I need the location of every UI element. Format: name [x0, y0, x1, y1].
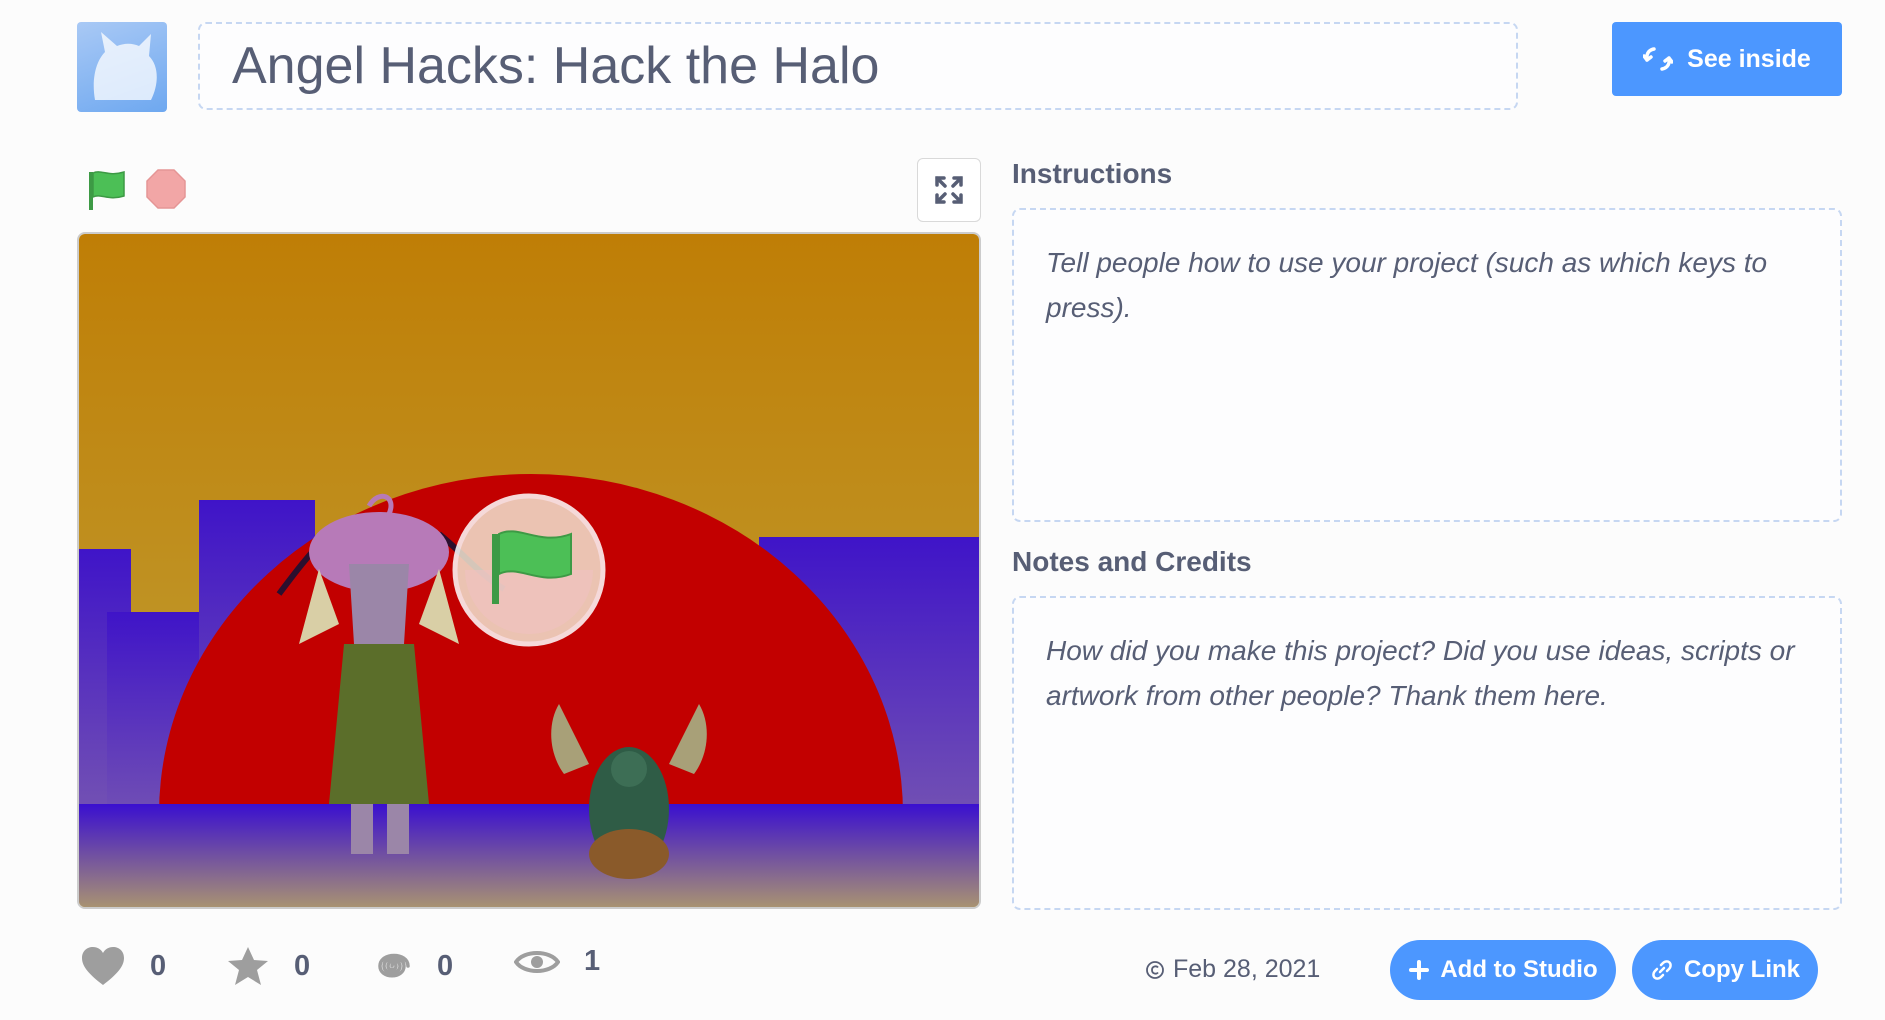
love-count: 0	[150, 949, 167, 982]
favorite-stat[interactable]: 0	[226, 945, 310, 987]
remix-arrows-icon	[1643, 47, 1674, 71]
notes-heading: Notes and Credits	[1012, 546, 1252, 577]
fullscreen-button[interactable]	[917, 158, 981, 222]
green-flag-button[interactable]	[86, 168, 126, 212]
stop-sign-icon	[146, 169, 186, 209]
heart-icon	[82, 947, 124, 985]
instructions-textarea[interactable]: Tell people how to use your project (suc…	[1012, 208, 1842, 522]
eye-icon	[514, 950, 560, 973]
project-title: Angel Hacks: Hack the Halo	[232, 37, 880, 95]
copy-link-button[interactable]: Copy Link	[1632, 940, 1818, 1000]
favorite-count: 0	[294, 949, 311, 982]
share-date: Feb 28, 2021	[1145, 955, 1320, 984]
copyright-icon	[1146, 960, 1164, 979]
user-avatar[interactable]	[77, 22, 167, 112]
love-stat[interactable]: 0	[80, 945, 166, 987]
stop-button[interactable]	[145, 168, 187, 210]
notes-textarea[interactable]: How did you make this project? Did you u…	[1012, 596, 1842, 910]
date-text: Feb 28, 2021	[1173, 955, 1321, 983]
instructions-heading: Instructions	[1012, 158, 1173, 189]
instructions-placeholder: Tell people how to use your project (suc…	[1046, 247, 1768, 323]
notes-placeholder: How did you make this project? Did you u…	[1046, 635, 1795, 711]
plus-icon	[1409, 960, 1430, 980]
project-stage[interactable]	[77, 232, 981, 909]
spiral-icon	[378, 953, 410, 978]
views-count: 1	[584, 945, 601, 977]
remix-count: 0	[437, 949, 454, 982]
project-title-input[interactable]: Angel Hacks: Hack the Halo	[198, 22, 1518, 110]
see-inside-button[interactable]: See inside	[1612, 22, 1842, 96]
fullscreen-icon	[935, 176, 963, 204]
star-icon	[228, 947, 268, 985]
add-to-studio-button[interactable]: Add to Studio	[1390, 940, 1616, 1000]
copy-link-label: Copy Link	[1683, 956, 1800, 983]
link-icon	[1652, 960, 1672, 980]
green-flag-icon	[89, 170, 125, 210]
stage-start-overlay	[452, 493, 606, 647]
ground	[79, 804, 979, 907]
see-inside-label: See inside	[1687, 44, 1811, 73]
remix-stat: 0	[371, 945, 453, 987]
add-to-studio-label: Add to Studio	[1440, 956, 1598, 983]
views-stat: 1	[514, 945, 600, 978]
